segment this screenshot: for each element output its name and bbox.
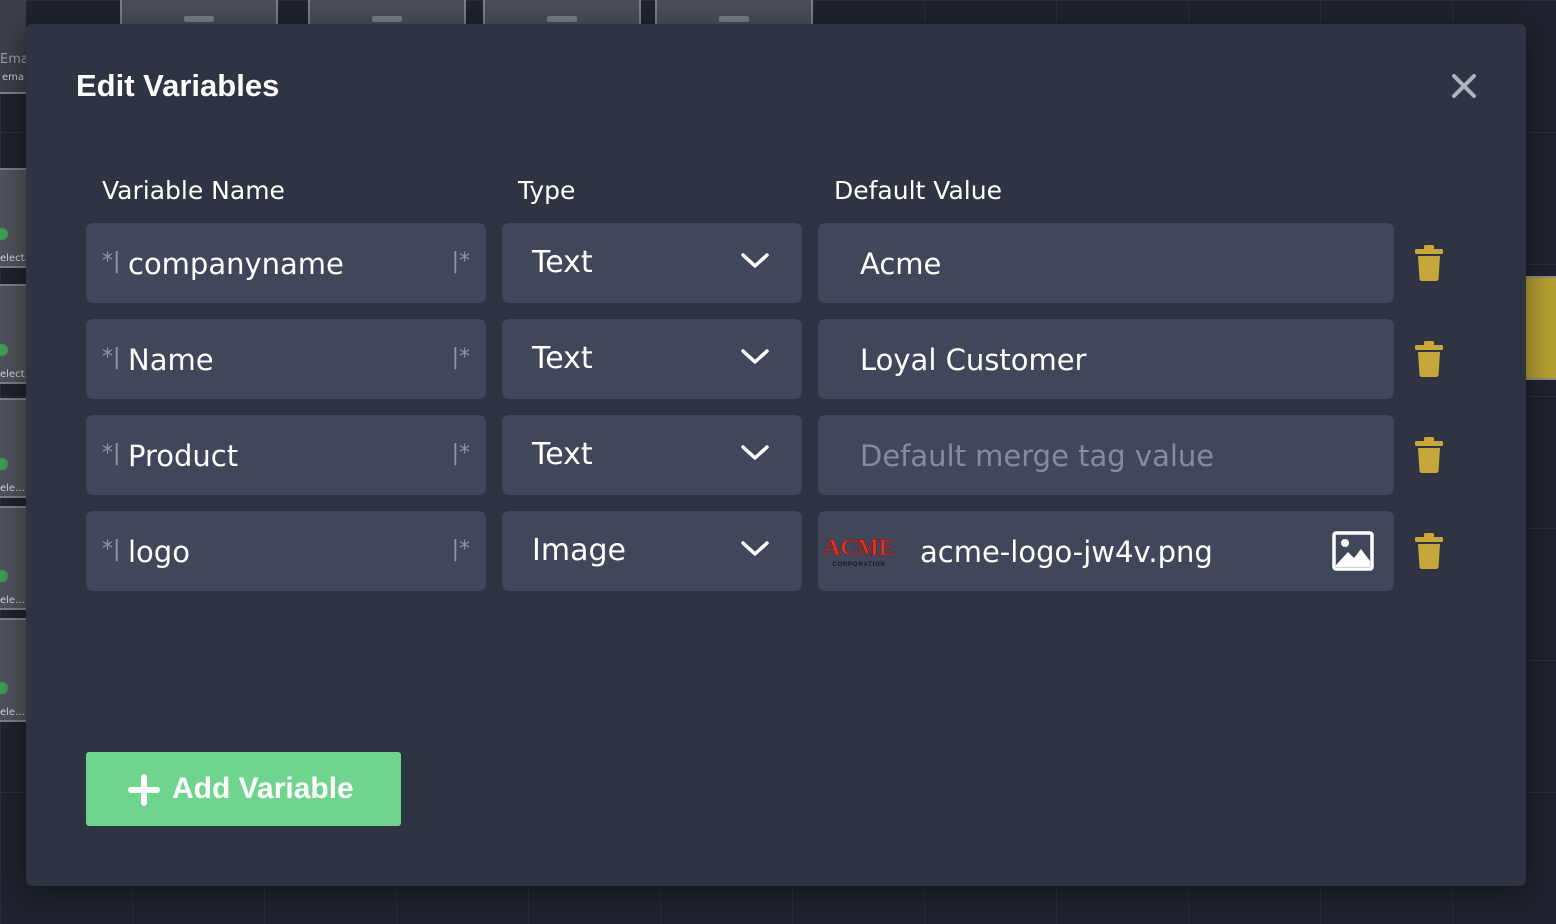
variable-name-value: Name [128, 343, 214, 377]
chevron-down-icon [741, 541, 769, 556]
variable-row: *| companyname |* Text Acme [86, 223, 1466, 303]
canvas-select-node-label: elect. [0, 369, 26, 380]
default-value-placeholder: Default merge tag value [860, 439, 1215, 473]
canvas-select-node[interactable]: elect. [0, 284, 26, 384]
merge-suffix: |* [451, 441, 470, 466]
plus-icon [128, 774, 160, 806]
variable-name-value: companyname [128, 247, 344, 281]
type-select-value: Text [532, 437, 593, 472]
variable-name-value: Product [128, 439, 239, 473]
image-file-name: acme-logo-jw4v.png [920, 535, 1213, 569]
logo-text: ACME [824, 535, 894, 560]
status-dot [0, 228, 8, 240]
merge-suffix: |* [451, 345, 470, 370]
canvas-select-node-label: ele... [0, 595, 25, 606]
chevron-down-icon [741, 253, 769, 268]
canvas-select-node-label: ele... [0, 483, 25, 494]
canvas-select-node[interactable]: ele... [0, 506, 26, 610]
variable-name-value: logo [128, 535, 190, 569]
variable-row: *| Name |* Text Loyal Customer [86, 319, 1466, 399]
edit-variables-dialog: Edit Variables Variable Name Type Defaul… [26, 24, 1526, 886]
close-icon [1452, 74, 1476, 98]
type-select-value: Text [532, 341, 593, 376]
trash-icon[interactable] [1414, 533, 1444, 569]
logo-subtext: CORPORATION [832, 562, 885, 568]
merge-suffix: |* [451, 249, 470, 274]
variable-name-input[interactable]: *| Name |* [86, 319, 486, 399]
variable-row: *| Product |* Text Default merge tag val… [86, 415, 1466, 495]
status-dot [0, 344, 8, 356]
canvas-top-card[interactable] [483, 0, 641, 26]
default-value-input[interactable]: Loyal Customer [818, 319, 1394, 399]
canvas-select-node-label: ele... [0, 707, 25, 718]
merge-suffix: |* [451, 537, 470, 562]
type-select[interactable]: Text [502, 223, 802, 303]
merge-prefix: *| [102, 345, 121, 370]
canvas-email-node[interactable]: Ema ema [0, 0, 26, 94]
add-variable-label: Add Variable [172, 772, 354, 805]
canvas-right-node[interactable] [1524, 276, 1556, 380]
status-dot [0, 682, 8, 694]
canvas-select-node[interactable]: ele... [0, 398, 26, 498]
default-value-text: Loyal Customer [860, 343, 1087, 377]
canvas-top-card[interactable] [308, 0, 466, 26]
merge-prefix: *| [102, 441, 121, 466]
column-header-type: Type [518, 176, 576, 205]
variable-name-input[interactable]: *| Product |* [86, 415, 486, 495]
column-header-default-value: Default Value [834, 176, 1002, 205]
canvas-email-node-subtitle: ema [2, 72, 25, 83]
type-select-value: Image [532, 533, 626, 568]
type-select-value: Text [532, 245, 593, 280]
canvas-select-node[interactable]: ele... [0, 618, 26, 722]
type-select[interactable]: Image [502, 511, 802, 591]
trash-icon[interactable] [1414, 245, 1444, 281]
canvas-select-node[interactable]: elect. [0, 168, 26, 268]
default-value-text: Acme [860, 247, 942, 281]
status-dot [0, 570, 8, 582]
add-variable-button[interactable]: Add Variable [86, 752, 401, 826]
acme-logo-thumbnail: ACME CORPORATION [824, 535, 895, 568]
default-value-image-field[interactable]: ACME CORPORATION acme-logo-jw4v.png [818, 511, 1394, 591]
type-select[interactable]: Text [502, 319, 802, 399]
dialog-title: Edit Variables [76, 68, 280, 103]
canvas-select-node-label: elect. [0, 253, 26, 264]
canvas-top-card[interactable] [655, 0, 813, 26]
close-button[interactable] [1446, 68, 1482, 104]
canvas-top-card[interactable] [120, 0, 278, 26]
default-value-input[interactable]: Acme [818, 223, 1394, 303]
variable-name-input[interactable]: *| companyname |* [86, 223, 486, 303]
status-dot [0, 458, 8, 470]
image-icon[interactable] [1332, 531, 1374, 571]
merge-prefix: *| [102, 537, 121, 562]
chevron-down-icon [741, 445, 769, 460]
merge-prefix: *| [102, 249, 121, 274]
default-value-input[interactable]: Default merge tag value [818, 415, 1394, 495]
trash-icon[interactable] [1414, 437, 1444, 473]
type-select[interactable]: Text [502, 415, 802, 495]
column-header-variable-name: Variable Name [102, 176, 285, 205]
variable-row: *| logo |* Image ACME CORPORATION acme-l… [86, 511, 1466, 591]
canvas-email-node-title: Ema [0, 52, 26, 67]
variable-name-input[interactable]: *| logo |* [86, 511, 486, 591]
trash-icon[interactable] [1414, 341, 1444, 377]
chevron-down-icon [741, 349, 769, 364]
